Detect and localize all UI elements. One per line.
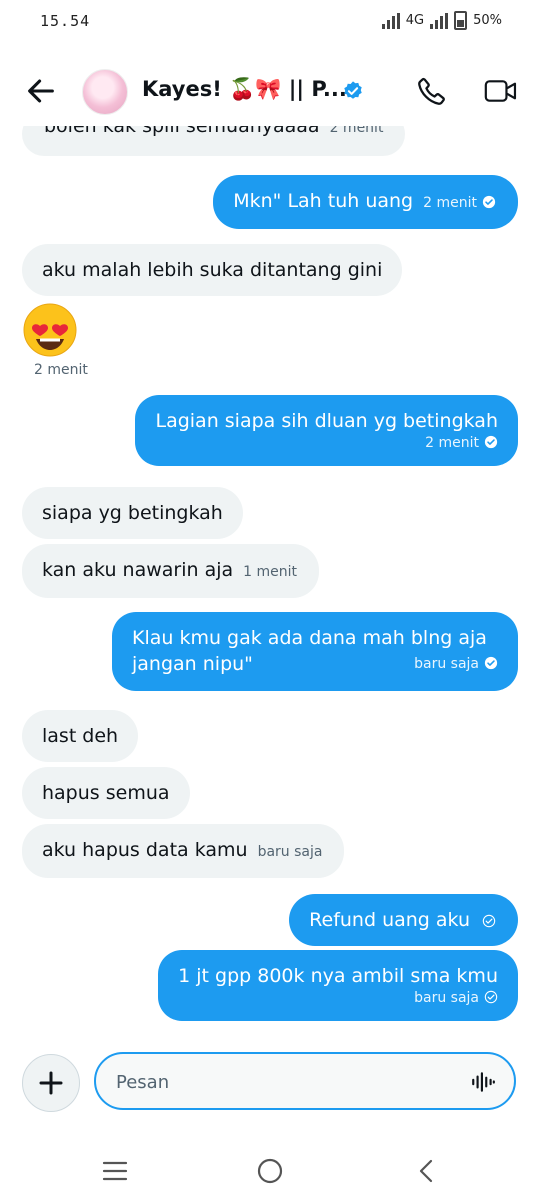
status-time: 15.54 bbox=[40, 12, 91, 30]
message-time: 2 menit bbox=[329, 126, 384, 136]
message-time: 2 menit bbox=[34, 362, 88, 378]
sent-check-icon bbox=[484, 990, 498, 1004]
message-composer bbox=[0, 1040, 540, 1130]
message-input-container[interactable] bbox=[94, 1052, 516, 1110]
message-input[interactable] bbox=[114, 1066, 448, 1098]
message-text-line-2: jangan nipu" bbox=[132, 653, 253, 675]
system-nav-bar bbox=[0, 1140, 540, 1200]
message-incoming[interactable]: siapa yg betingkah bbox=[22, 487, 243, 539]
read-check-icon bbox=[482, 195, 496, 209]
voice-message-icon[interactable] bbox=[470, 1069, 496, 1095]
message-text: Mkn" Lah tuh uang bbox=[233, 190, 414, 212]
message-list[interactable]: boleh kak spill semuanyaaaa 2 menit Mkn" … bbox=[0, 126, 540, 1026]
message-text: siapa yg betingkah bbox=[42, 502, 223, 524]
verified-badge-icon bbox=[344, 81, 362, 99]
signal-icon-2 bbox=[430, 12, 449, 29]
message-outgoing[interactable]: Klau kmu gak ada dana mah blng aja janga… bbox=[112, 612, 518, 691]
message-outgoing[interactable]: Refund uang aku bbox=[289, 894, 518, 946]
message-text: kan aku nawarin aja bbox=[42, 559, 234, 581]
heart-eyes-emoji-icon[interactable] bbox=[22, 302, 78, 358]
back-arrow-icon[interactable] bbox=[24, 74, 58, 108]
message-incoming[interactable]: aku malah lebih suka ditantang gini bbox=[22, 244, 403, 296]
sent-check-icon bbox=[482, 914, 496, 928]
message-text: aku hapus data kamu bbox=[42, 839, 248, 861]
message-text: Lagian siapa sih dluan yg betingkah bbox=[155, 410, 498, 432]
message-outgoing[interactable]: Mkn" Lah tuh uang 2 menit bbox=[213, 175, 518, 229]
message-text: 1 jt gpp 800k nya ambil sma kmu bbox=[178, 965, 498, 987]
message-text-line-1: Klau kmu gak ada dana mah blng aja bbox=[132, 627, 487, 649]
conversation-header: Kayes! 🍒🎀 || P... bbox=[0, 56, 540, 126]
message-text: hapus semua bbox=[42, 782, 170, 804]
plus-icon bbox=[39, 1071, 63, 1095]
system-back-icon[interactable] bbox=[414, 1158, 438, 1184]
conversation-title[interactable]: Kayes! 🍒🎀 || P... bbox=[142, 77, 347, 102]
battery-percent: 50% bbox=[473, 13, 502, 28]
message-incoming[interactable]: hapus semua bbox=[22, 767, 190, 819]
battery-icon bbox=[454, 11, 468, 30]
message-time: baru saja bbox=[414, 656, 479, 672]
message-time: 2 menit bbox=[425, 435, 479, 451]
message-text: last deh bbox=[42, 725, 119, 747]
message-text: Refund uang aku bbox=[309, 909, 470, 931]
message-outgoing[interactable]: Lagian siapa sih dluan yg betingkah 2 me… bbox=[135, 395, 518, 466]
network-type: 4G bbox=[405, 13, 425, 28]
message-outgoing[interactable]: 1 jt gpp 800k nya ambil sma kmu baru saj… bbox=[158, 950, 518, 1021]
message-incoming[interactable]: boleh kak spill semuanyaaaa 2 menit bbox=[22, 126, 406, 156]
recent-apps-icon[interactable] bbox=[102, 1160, 128, 1182]
home-icon[interactable] bbox=[256, 1157, 284, 1185]
status-icons: 4G 50% bbox=[381, 11, 502, 30]
status-bar: 15.54 4G 50% bbox=[0, 0, 540, 46]
signal-icon bbox=[381, 12, 400, 29]
read-check-icon bbox=[484, 656, 498, 670]
message-text: boleh kak spill semuanyaaaa bbox=[44, 126, 320, 137]
message-incoming[interactable]: kan aku nawarin aja 1 menit bbox=[22, 544, 320, 598]
message-incoming[interactable]: last deh bbox=[22, 710, 139, 762]
avatar[interactable] bbox=[82, 69, 128, 115]
video-call-icon[interactable] bbox=[484, 77, 518, 105]
message-time: baru saja bbox=[414, 990, 479, 1006]
message-time: 1 menit bbox=[243, 564, 298, 580]
message-incoming[interactable]: aku hapus data kamu baru saja bbox=[22, 824, 345, 878]
message-text: aku malah lebih suka ditantang gini bbox=[42, 259, 383, 281]
read-check-icon bbox=[484, 435, 498, 449]
phone-call-icon[interactable] bbox=[416, 75, 448, 107]
add-attachment-button[interactable] bbox=[22, 1054, 80, 1112]
message-time: baru saja bbox=[257, 844, 323, 860]
message-time: 2 menit bbox=[423, 195, 477, 211]
